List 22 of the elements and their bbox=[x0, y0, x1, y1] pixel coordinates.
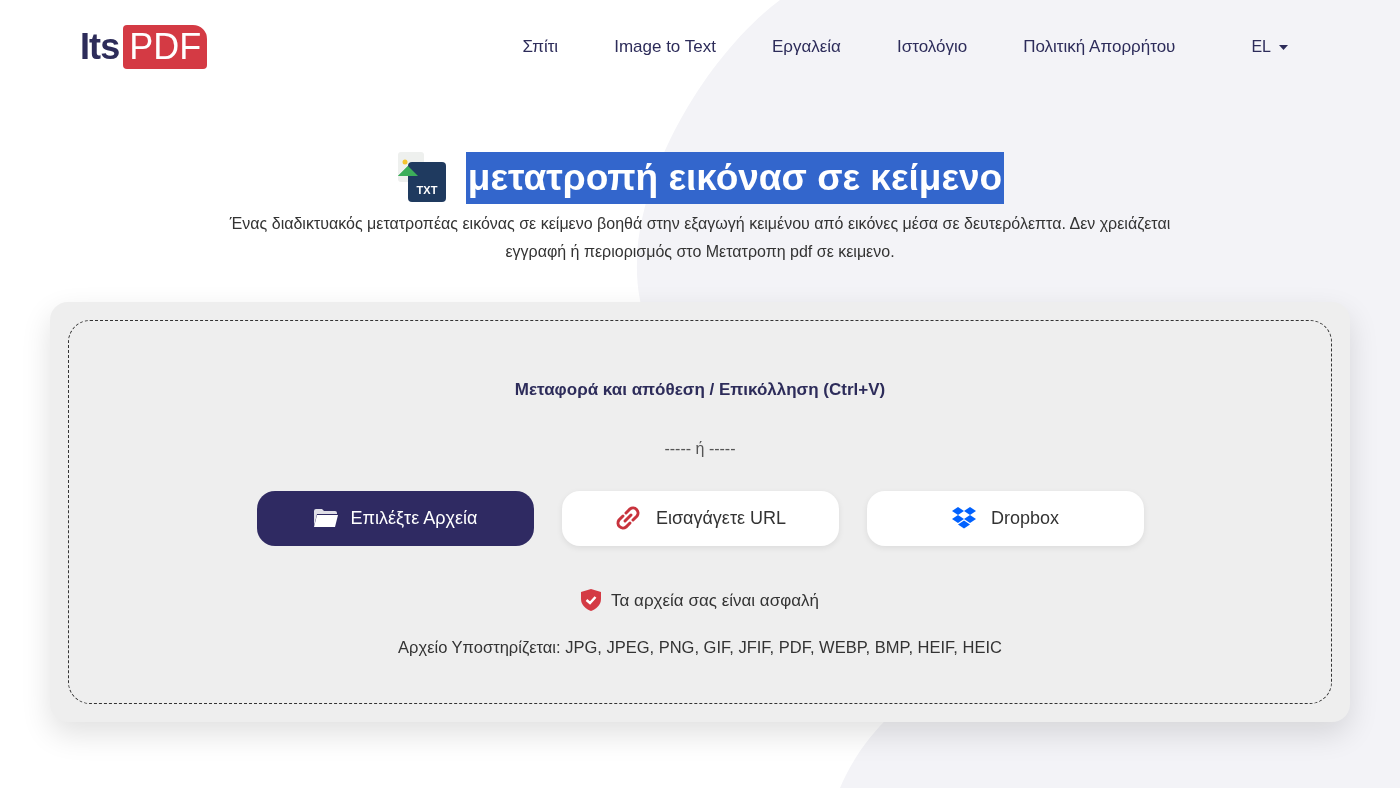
shield-check-icon bbox=[581, 589, 601, 612]
nav-link[interactable]: Σπίτι bbox=[522, 34, 559, 60]
logo-text[interactable]: Its bbox=[80, 20, 120, 74]
logo-badge[interactable]: PDF bbox=[123, 25, 208, 69]
separator-text: ----- ή ----- bbox=[664, 438, 736, 459]
folder-icon bbox=[312, 508, 339, 528]
choose-files-button[interactable]: Επιλέξτε Αρχεία bbox=[256, 490, 534, 546]
page-title: μετατροπή εικόνασ σε κείμενο bbox=[465, 152, 1005, 204]
drop-hint: Μεταφορά και απόθεση / Επικόλληση (Ctrl+V) bbox=[514, 379, 886, 401]
dropbox-icon bbox=[950, 506, 977, 530]
nav-link[interactable]: Πολιτική Απορρήτου bbox=[1023, 34, 1176, 60]
language-dropdown[interactable]: EL bbox=[1251, 35, 1288, 59]
nav-link[interactable]: Ιστολόγιο bbox=[896, 34, 968, 60]
enter-url-button[interactable]: Εισαγάγετε URL bbox=[561, 490, 839, 546]
nav-link[interactable]: Εργαλεία bbox=[771, 34, 841, 60]
dropbox-button[interactable]: Dropbox bbox=[866, 490, 1144, 546]
drop-zone[interactable]: Μεταφορά και απόθεση / Επικόλληση (Ctrl+V) ----- ή ----- Επιλέξτε Αρχεία Εισαγάγετε URL Dropbox Τα αρχεία σας είναι ασφαλή Αρχείο Υποστηρίζεται: JPG, JPEG, PNG, GIF, JFIF, PDF, WEBP, BMP, HEIF, HEIC bbox=[68, 320, 1332, 704]
security-note: Τα αρχεία σας είναι ασφαλή bbox=[611, 589, 819, 612]
caret-icon bbox=[1279, 44, 1288, 50]
supported-formats: Αρχείο Υποστηρίζεται: JPG, JPEG, PNG, GIF, JFIF, PDF, WEBP, BMP, HEIF, HEIC bbox=[398, 637, 1002, 658]
description: Ένας διαδικτυακός μετατροπέας εικόνας σε κείμενο βοηθά στην εξαγωγή κειμένου από εικόνες μέσα σε δευτερόλεπτα. Δεν χρειάζεται εγγραφή ή περιορισμός στο Μετατροπη pdf σε κειμενο. bbox=[228, 214, 1172, 262]
nav-link[interactable]: Image to Text bbox=[614, 34, 716, 60]
